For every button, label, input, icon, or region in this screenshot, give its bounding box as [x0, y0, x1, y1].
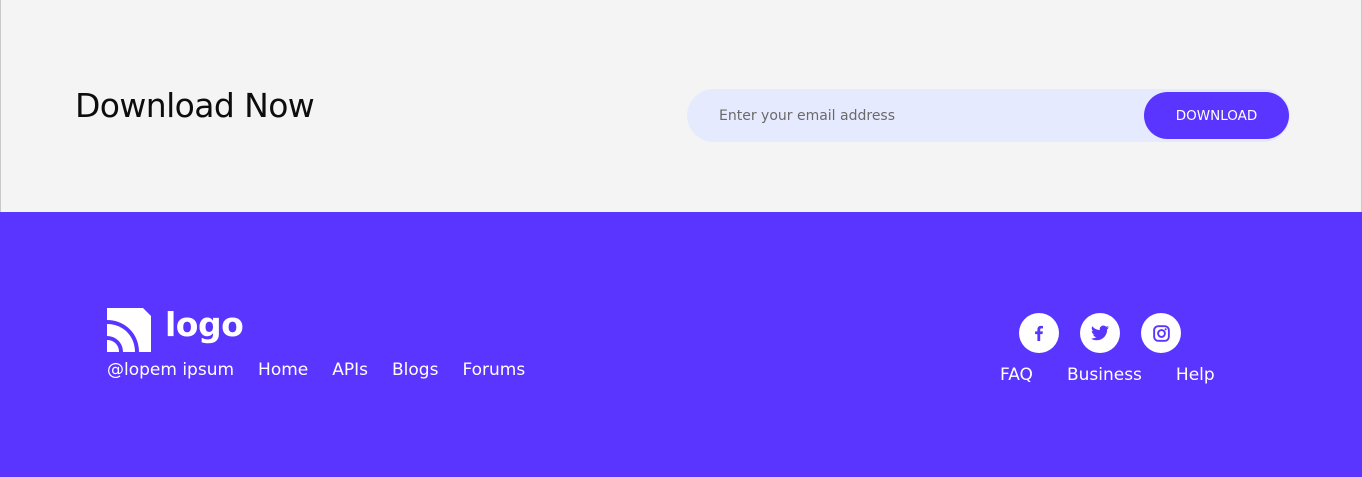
page: Download Now DOWNLOAD logo @lopem ipsum … [0, 0, 1362, 477]
footer-link-business[interactable]: Business [1067, 365, 1142, 385]
instagram-icon [1152, 324, 1170, 342]
footer: logo @lopem ipsum Home APIs Blogs Forums [0, 212, 1362, 477]
footer-link-forums[interactable]: Forums [462, 360, 525, 380]
footer-link-help[interactable]: Help [1176, 365, 1215, 385]
footer-link-faq[interactable]: FAQ [1000, 365, 1033, 385]
logo-text: logo [165, 305, 244, 344]
copyright-text: @lopem ipsum [107, 360, 235, 380]
footer-secondary-links: FAQ Business Help [1000, 365, 1215, 385]
facebook-icon [1035, 325, 1043, 341]
logo[interactable]: logo [107, 306, 247, 352]
footer-nav: @lopem ipsum Home APIs Blogs Forums [107, 360, 525, 380]
download-section: Download Now DOWNLOAD [0, 0, 1362, 212]
footer-link-blogs[interactable]: Blogs [392, 360, 438, 380]
download-button[interactable]: DOWNLOAD [1144, 92, 1289, 139]
instagram-button[interactable] [1141, 313, 1181, 353]
twitter-button[interactable] [1080, 313, 1120, 353]
subscribe-form: DOWNLOAD [687, 89, 1290, 142]
download-title: Download Now [75, 86, 315, 125]
twitter-icon [1091, 325, 1109, 341]
logo-mark-icon [107, 308, 151, 352]
email-input[interactable] [709, 89, 1129, 142]
footer-link-apis[interactable]: APIs [332, 360, 368, 380]
social-links [1019, 313, 1181, 353]
footer-link-home[interactable]: Home [258, 360, 308, 380]
facebook-button[interactable] [1019, 313, 1059, 353]
